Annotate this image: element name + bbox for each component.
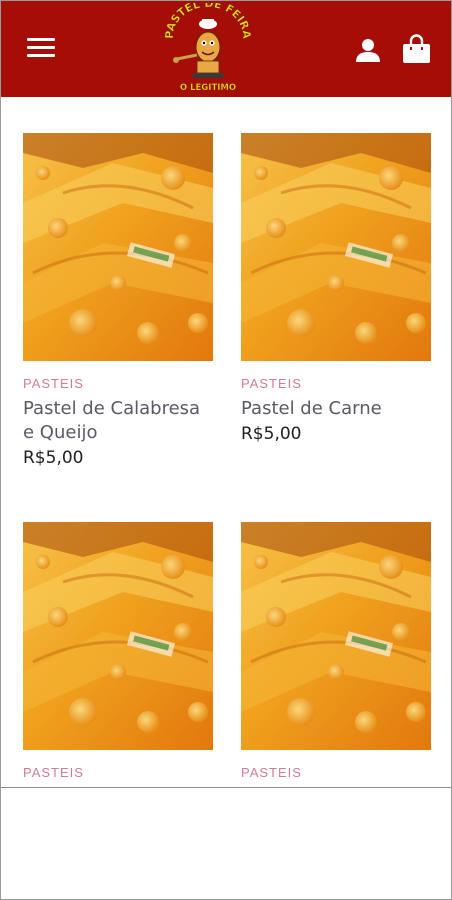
product-name[interactable]: Pastel de Calabresa e Queijo	[23, 397, 213, 445]
product-category[interactable]: PASTEIS	[23, 765, 213, 780]
site-header: PASTEL DE FEIRA O LEGITIMO	[1, 1, 451, 97]
shopping-bag-icon[interactable]	[401, 34, 432, 64]
product-category[interactable]: PASTEIS	[23, 376, 213, 391]
product-price: R$5,00	[241, 424, 302, 444]
product-name[interactable]: Pastel de Carne	[241, 397, 431, 421]
user-account-icon[interactable]	[355, 37, 381, 63]
bottom-blank-area	[1, 787, 451, 899]
product-card[interactable]: PASTEIS	[23, 522, 213, 780]
hamburger-menu-icon[interactable]	[27, 37, 55, 59]
product-image[interactable]	[23, 522, 213, 750]
product-category[interactable]: PASTEIS	[241, 376, 431, 391]
svg-text:O LEGITIMO: O LEGITIMO	[180, 83, 236, 93]
product-grid: PASTEIS Pastel de Calabresa e Queijo R$5…	[1, 97, 451, 787]
product-category[interactable]: PASTEIS	[241, 765, 431, 780]
brand-logo[interactable]: PASTEL DE FEIRA O LEGITIMO	[163, 1, 254, 95]
product-price: R$5,00	[23, 448, 84, 468]
product-card[interactable]: PASTEIS Pastel de Carne R$5,00	[241, 133, 431, 444]
product-card[interactable]: PASTEIS Pastel de Calabresa e Queijo R$5…	[23, 133, 213, 468]
product-card[interactable]: PASTEIS	[241, 522, 431, 780]
product-image[interactable]	[241, 133, 431, 361]
app-frame: PASTEL DE FEIRA O LEGITIMO PASTEIS Paste…	[0, 0, 452, 900]
product-image[interactable]	[241, 522, 431, 750]
product-image[interactable]	[23, 133, 213, 361]
